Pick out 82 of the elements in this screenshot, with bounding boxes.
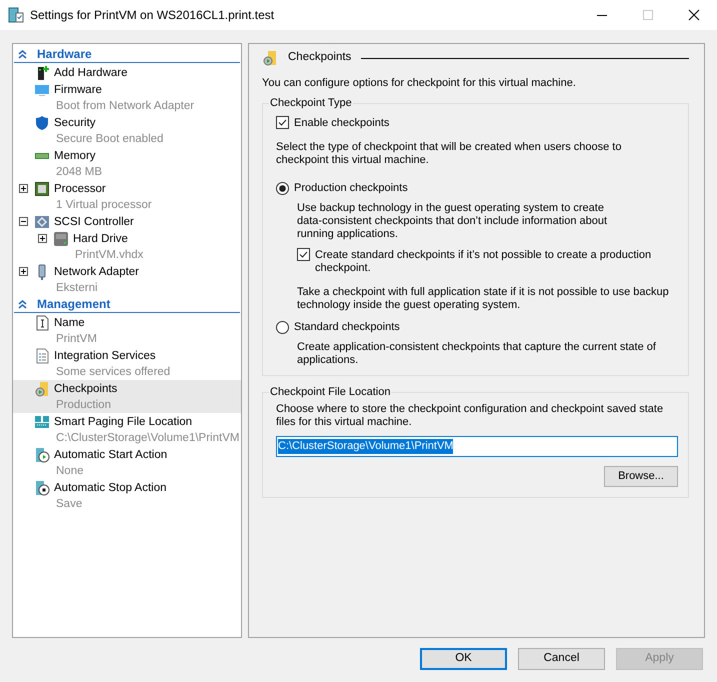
dialog-button[interactable]: OK: [420, 648, 507, 670]
panel-title: Checkpoints: [288, 50, 352, 66]
item-detail: Secure Boot enabled: [55, 132, 164, 146]
expand-icon[interactable]: [18, 266, 28, 276]
controller-icon: [34, 214, 50, 230]
group-title: Checkpoint Type: [269, 96, 353, 110]
item-label: Add Hardware: [54, 66, 128, 80]
radio-button[interactable]: [276, 182, 289, 195]
checkbox-label: Create standard checkpoints if it’s not possible to create a production checkpoint.: [315, 249, 652, 275]
tree-item[interactable]: Automatic Start Action None: [13, 446, 241, 479]
item-detail: C:\ClusterStorage\Volume1\PrintVM: [55, 430, 240, 446]
radio-label: Production checkpoints: [294, 182, 408, 195]
tree-item[interactable]: Automatic Stop Action Save: [13, 479, 241, 512]
item-detail: 1 Virtual processor: [55, 198, 152, 212]
item-detail: Boot from Network Adapter: [55, 98, 194, 114]
item-label: Smart Paging File Location: [54, 414, 194, 430]
tree-item[interactable]: Name PrintVM: [13, 314, 241, 347]
expand-icon[interactable]: [18, 184, 28, 192]
item-label: SCSI Controller: [54, 214, 134, 230]
tree-item[interactable]: Security Secure Boot enabled: [13, 114, 241, 147]
tree-item[interactable]: Smart Paging File Location C:\ClusterStorage\Volume1\PrintVM: [13, 413, 241, 446]
option-note: Take a checkpoint with full application state if it is not possible to use backup technology inside the guest operating system.: [297, 286, 670, 312]
item-detail: PrintVM.vhdx: [74, 248, 144, 262]
section-header[interactable]: Management: [14, 296, 240, 313]
checklist-icon: [34, 348, 50, 364]
chip-icon: [34, 180, 50, 196]
item-detail: PrintVM: [55, 332, 97, 346]
item-label: Automatic Stop Action: [54, 480, 167, 496]
tree-item[interactable]: Integration Services Some services offered: [13, 347, 241, 380]
item-label: Processor: [54, 182, 107, 196]
paging-icon: [34, 414, 50, 430]
tree-item[interactable]: Hard Drive PrintVM.vhdx: [13, 230, 241, 263]
dialog-button[interactable]: Cancel: [518, 648, 605, 670]
checkbox[interactable]: [276, 116, 289, 129]
radio-label: Standard checkpoints: [294, 321, 400, 334]
browse-button[interactable]: Browse...: [604, 466, 678, 487]
section-header[interactable]: Hardware: [14, 46, 240, 63]
prompt-text: Select the type of checkpoint that will be created when users choose to checkpoint this virtual machine.: [276, 141, 622, 167]
item-detail: None: [55, 464, 84, 478]
item-detail: Eksterni: [55, 280, 99, 296]
item-label: Network Adapter: [54, 264, 140, 280]
section-title: Hardware: [37, 46, 92, 63]
group-title: Checkpoint File Location: [269, 385, 392, 399]
radio-button[interactable]: [276, 321, 289, 334]
item-detail: Production: [55, 398, 112, 412]
tree-item[interactable]: Firmware Boot from Network Adapter: [13, 81, 241, 114]
hard-drive-icon: [53, 230, 69, 246]
tree-item[interactable]: SCSI Controller: [13, 213, 241, 230]
section-title: Management: [37, 296, 110, 313]
checkpoint-icon: [262, 50, 278, 66]
item-label: Name: [54, 316, 86, 330]
item-label: Integration Services: [54, 348, 157, 364]
checkpoint-icon: [34, 380, 50, 396]
tree-item[interactable]: Checkpoints Production: [13, 380, 241, 413]
item-label: Hard Drive: [73, 232, 129, 246]
item-label: Firmware: [54, 82, 103, 98]
item-label: Checkpoints: [54, 382, 118, 396]
item-detail: Some services offered: [55, 364, 170, 380]
shield-icon: [34, 114, 50, 130]
checkbox-label: Enable checkpoints: [294, 117, 390, 130]
item-detail: Save: [55, 496, 84, 512]
path-field[interactable]: C:\ClusterStorage\Volume1\PrintVM: [276, 436, 678, 457]
item-label: Security: [54, 116, 97, 130]
collapse-icon[interactable]: [18, 216, 28, 226]
tree-item[interactable]: Add Hardware: [13, 64, 241, 81]
tree-item[interactable]: Network Adapter Eksterni: [13, 263, 241, 296]
option-description: Create application-consistent checkpoints that capture the current state of applications.: [297, 341, 657, 367]
location-description: Choose where to store the checkpoint configuration and checkpoint saved state files for this virtual machine.: [276, 403, 664, 429]
window-title: Settings for PrintVM on WS2016CL1.print.test: [30, 7, 274, 24]
text-field-icon: [34, 314, 50, 330]
tree-item[interactable]: Processor 1 Virtual processor: [13, 180, 241, 213]
expand-icon[interactable]: [38, 234, 46, 242]
item-label: Memory: [54, 148, 97, 164]
tree-item[interactable]: Memory 2048 MB: [13, 147, 241, 180]
item-label: Automatic Start Action: [54, 448, 168, 462]
checkbox[interactable]: [297, 248, 310, 261]
play-circle-icon: [34, 446, 50, 462]
stop-circle-icon: [34, 480, 50, 496]
intro-text: You can configure options for checkpoint for this virtual machine.: [262, 77, 577, 90]
item-detail: 2048 MB: [55, 164, 102, 180]
option-description: Use backup technology in the guest operating system to create data-consistent checkpoints that don’t include information about running applications.: [297, 202, 608, 241]
app-icon: [8, 7, 24, 23]
